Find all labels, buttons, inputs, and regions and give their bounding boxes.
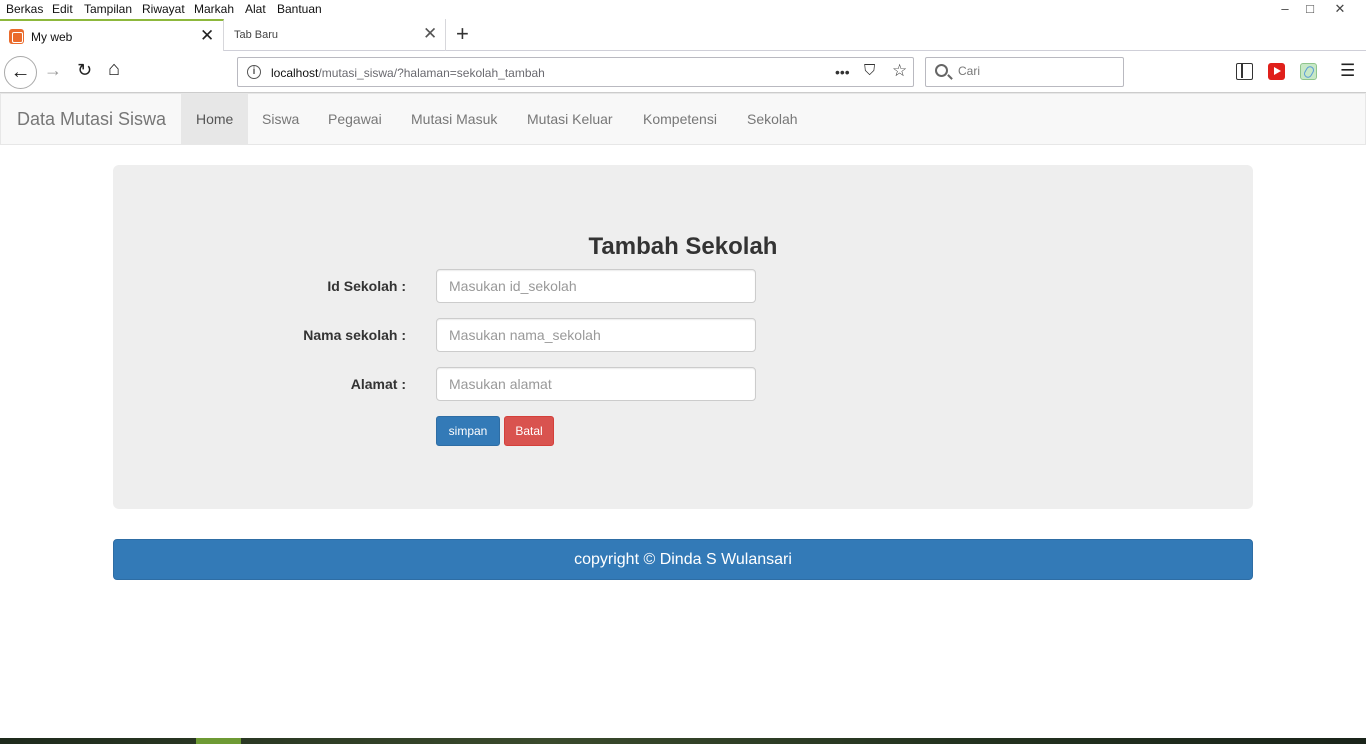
tab-my-web[interactable]: My web ✕ [0, 19, 224, 52]
site-navbar: Data Mutasi Siswa Home Siswa Pegawai Mut… [0, 93, 1366, 145]
pocket-icon[interactable]: ⛉ [864, 62, 875, 79]
footer-copyright: copyright © Dinda S Wulansari [113, 539, 1253, 580]
os-taskbar [0, 738, 1366, 744]
nama-sekolah-input[interactable] [436, 318, 756, 352]
nav-mutasi-masuk[interactable]: Mutasi Masuk [396, 94, 512, 144]
clip-extension-icon[interactable] [1300, 63, 1317, 80]
alamat-input[interactable] [436, 367, 756, 401]
search-input[interactable] [958, 64, 1118, 78]
url-path: /mutasi_siswa/?halaman=sekolah_tambah [318, 66, 545, 80]
maximize-icon[interactable]: □ [1300, 1, 1320, 16]
info-icon[interactable]: i [247, 65, 261, 79]
sidebar-icon[interactable] [1236, 63, 1253, 80]
xampp-favicon-icon [9, 29, 24, 44]
tab-close-icon[interactable]: ✕ [200, 26, 214, 46]
nav-home[interactable]: Home [181, 94, 249, 144]
url-text[interactable]: localhost/mutasi_siswa/?halaman=sekolah_… [271, 66, 545, 80]
tab-title: My web [31, 30, 73, 44]
tab-strip: My web ✕ Tab Baru ✕ [0, 19, 1366, 52]
browser-toolbar: ← → ↻ ⌂ i localhost/mutasi_siswa/?halama… [0, 51, 1366, 93]
menu-alat[interactable]: Alat [245, 2, 266, 16]
page-title: Tambah Sekolah [588, 233, 778, 260]
id-sekolah-label: Id Sekolah : [327, 278, 406, 294]
form-panel: Tambah Sekolah Id Sekolah : Nama sekolah… [113, 165, 1253, 509]
new-tab-plus-icon[interactable]: + [456, 21, 469, 47]
browser-menubar: Berkas Edit Tampilan Riwayat Markah Alat… [0, 0, 1366, 19]
simpan-button[interactable]: simpan [436, 416, 500, 446]
menu-bantuan[interactable]: Bantuan [277, 2, 322, 16]
taskbar-active-app[interactable] [196, 738, 241, 744]
bookmark-star-icon[interactable]: ☆ [892, 61, 907, 81]
nav-mutasi-keluar[interactable]: Mutasi Keluar [512, 94, 628, 144]
page-actions-icon[interactable]: ••• [835, 64, 850, 80]
nav-pegawai[interactable]: Pegawai [313, 94, 397, 144]
menu-tampilan[interactable]: Tampilan [84, 2, 132, 16]
back-arrow-icon[interactable]: ← [4, 56, 37, 89]
home-icon[interactable]: ⌂ [108, 58, 120, 81]
search-bar[interactable] [925, 57, 1124, 87]
reload-icon[interactable]: ↻ [77, 60, 92, 81]
forward-arrow-icon[interactable]: → [44, 60, 62, 81]
site-brand[interactable]: Data Mutasi Siswa [17, 109, 166, 130]
youtube-icon[interactable] [1268, 63, 1285, 80]
minimize-icon[interactable]: – [1275, 1, 1295, 16]
nav-kompetensi[interactable]: Kompetensi [628, 94, 732, 144]
url-bar[interactable]: i localhost/mutasi_siswa/?halaman=sekola… [237, 57, 914, 87]
url-host: localhost [271, 66, 319, 80]
batal-button[interactable]: Batal [504, 416, 554, 446]
menu-edit[interactable]: Edit [52, 2, 73, 16]
menu-markah[interactable]: Markah [194, 2, 234, 16]
search-icon [935, 64, 948, 77]
nav-sekolah[interactable]: Sekolah [732, 94, 813, 144]
menu-berkas[interactable]: Berkas [6, 2, 43, 16]
tab-title: Tab Baru [234, 29, 279, 41]
window-close-icon[interactable]: ✕ [1330, 1, 1350, 17]
nama-sekolah-label: Nama sekolah : [303, 327, 406, 343]
nav-siswa[interactable]: Siswa [247, 94, 314, 144]
hamburger-menu-icon[interactable]: ☰ [1340, 61, 1355, 81]
tab-tab-baru[interactable]: Tab Baru ✕ [224, 19, 446, 51]
alamat-label: Alamat : [350, 376, 406, 392]
menu-riwayat[interactable]: Riwayat [142, 2, 185, 16]
id-sekolah-input[interactable] [436, 269, 756, 303]
tab-close-icon[interactable]: ✕ [423, 24, 437, 44]
